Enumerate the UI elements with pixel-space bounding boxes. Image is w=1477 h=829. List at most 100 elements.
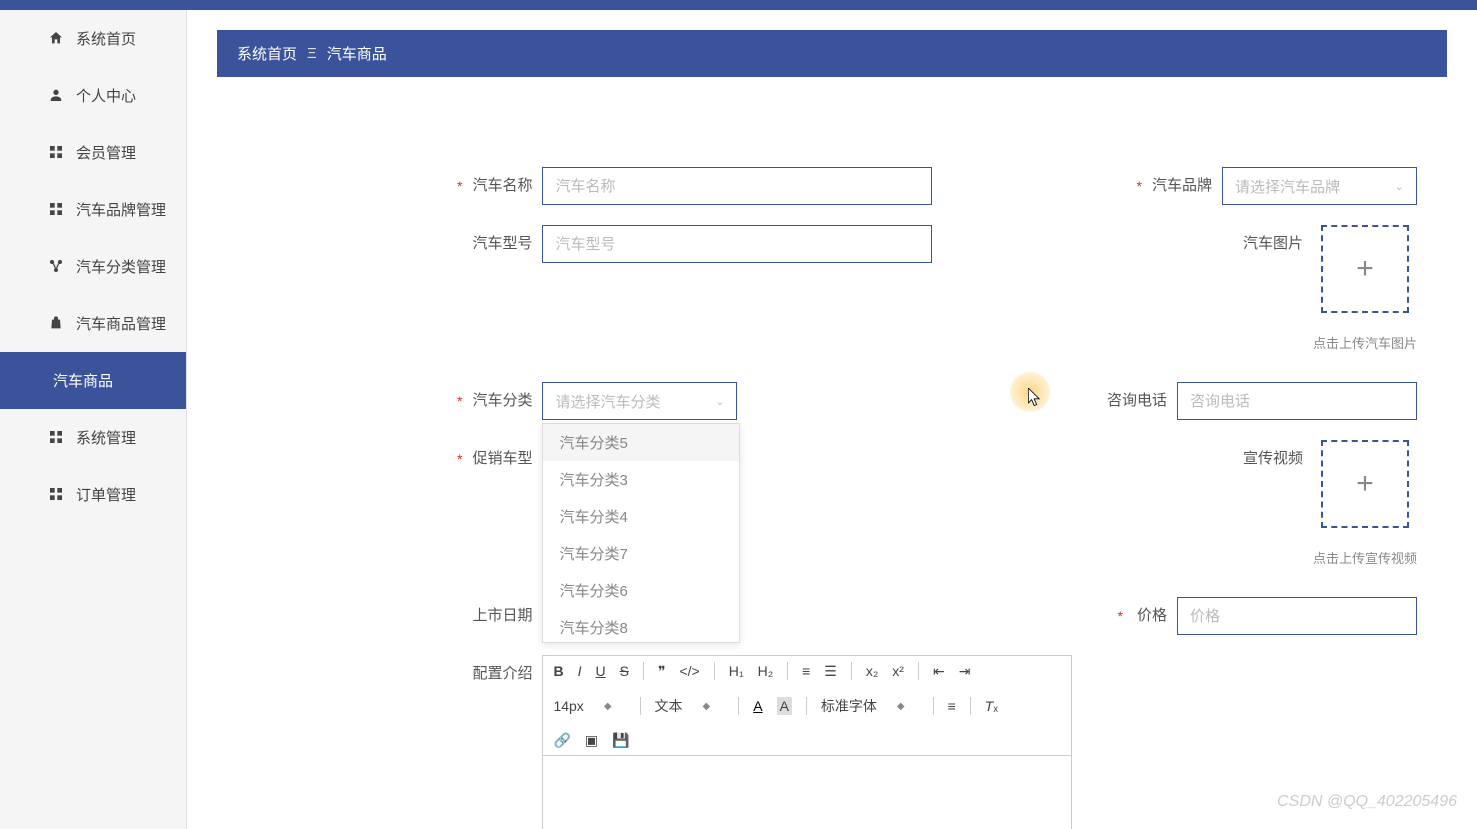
dropdown-option[interactable]: 汽车分类3 — [543, 461, 739, 498]
link-button[interactable]: 🔗 — [553, 732, 570, 749]
user-icon — [48, 87, 66, 105]
quote-button[interactable]: ❞ — [658, 663, 666, 680]
upload-hint: 点击上传宣传视频 — [1313, 548, 1417, 567]
font-family-select[interactable]: 标准字体 ◆ — [821, 696, 919, 716]
dropdown-option[interactable]: 汽车分类4 — [543, 498, 739, 535]
field-launch-date: * 上市日期 — [457, 597, 532, 635]
required-mark: * — [457, 382, 462, 420]
upload-hint: 点击上传汽车图片 — [1313, 333, 1417, 352]
dropdown-option[interactable]: 汽车分类6 — [543, 572, 739, 609]
field-label: 配置介绍 — [466, 655, 532, 693]
field-label: 上市日期 — [466, 597, 532, 635]
breadcrumb-home[interactable]: 系统首页 — [237, 43, 297, 64]
field-label: 汽车分类 — [466, 382, 532, 420]
code-button[interactable]: </> — [679, 663, 699, 679]
nodes-icon — [48, 258, 66, 276]
sidebar-item-product-mgmt[interactable]: 汽车商品管理 — [0, 295, 186, 352]
car-brand-select[interactable]: 请选择汽车品牌 ⌄ — [1222, 167, 1417, 205]
top-bar — [0, 0, 1477, 10]
bold-button[interactable]: B — [553, 663, 563, 679]
chevron-down-icon: ⌄ — [715, 395, 724, 408]
sidebar-item-brand-mgmt[interactable]: 汽车品牌管理 — [0, 181, 186, 238]
sidebar-item-label: 个人中心 — [76, 85, 136, 106]
sidebar-item-system-mgmt[interactable]: 系统管理 — [0, 409, 186, 466]
required-mark: * — [1118, 597, 1123, 635]
caret-icon: ◆ — [604, 701, 612, 712]
plus-icon: + — [1356, 252, 1374, 286]
field-label: 价格 — [1127, 597, 1167, 635]
sidebar-item-profile[interactable]: 个人中心 — [0, 67, 186, 124]
field-car-image: 汽车图片 + 点击上传汽车图片 — [1237, 225, 1417, 352]
sidebar-item-home[interactable]: 系统首页 — [0, 10, 186, 67]
required-mark: * — [457, 440, 462, 478]
select-placeholder: 请选择汽车分类 — [555, 391, 660, 412]
caret-icon: ◆ — [703, 701, 711, 712]
sidebar-item-order-mgmt[interactable]: 订单管理 — [0, 466, 186, 523]
field-config-intro: * 配置介绍 B I U S ❞ </> H₁ — [457, 655, 1072, 829]
sidebar-item-label: 汽车商品管理 — [76, 313, 166, 334]
price-input[interactable] — [1177, 597, 1417, 635]
subscript-button[interactable]: x₂ — [866, 663, 878, 679]
indent-right-button[interactable]: ⇥ — [959, 663, 971, 680]
editor-toolbar: B I U S ❞ </> H₁ H₂ ≡ ☰ — [543, 656, 1071, 756]
dropdown-option[interactable]: 汽车分类7 — [543, 535, 739, 572]
rich-text-editor: B I U S ❞ </> H₁ H₂ ≡ ☰ — [542, 655, 1072, 829]
category-dropdown: 汽车分类5 汽车分类3 汽车分类4 汽车分类7 汽车分类6 汽车分类8 汽车分类… — [542, 423, 740, 643]
sidebar-item-members[interactable]: 会员管理 — [0, 124, 186, 181]
superscript-button[interactable]: x² — [892, 663, 904, 679]
field-promo-type: * 促销车型 — [457, 440, 532, 478]
breadcrumb: 系统首页 Ξ 汽车商品 — [217, 30, 1447, 77]
grid-icon — [48, 486, 66, 504]
strike-button[interactable]: S — [620, 663, 629, 679]
sidebar-item-car-product[interactable]: 汽车商品 — [0, 352, 186, 409]
bag-icon — [48, 315, 66, 333]
car-category-select[interactable]: 请选择汽车分类 ⌄ 汽车分类5 汽车分类3 汽车分类4 汽车分类7 汽车分类6 … — [542, 382, 737, 420]
field-label: 汽车图片 — [1237, 225, 1303, 263]
field-promo-video: 宣传视频 + 点击上传宣传视频 — [1237, 440, 1417, 567]
required-mark: * — [1137, 167, 1142, 205]
sidebar-item-category-mgmt[interactable]: 汽车分类管理 — [0, 238, 186, 295]
h2-button[interactable]: H₂ — [758, 663, 774, 679]
breadcrumb-separator: Ξ — [307, 45, 317, 62]
text-color-button[interactable]: A — [753, 698, 762, 714]
font-size-select[interactable]: 14px ◆ — [553, 698, 625, 714]
align-button[interactable]: ≡ — [948, 698, 956, 714]
clear-format-button[interactable]: Tₓ — [985, 698, 998, 714]
field-car-model: * 汽车型号 — [457, 225, 932, 263]
sidebar-item-label: 系统首页 — [76, 28, 136, 49]
dropdown-option[interactable]: 汽车分类8 — [543, 609, 739, 643]
indent-left-button[interactable]: ⇤ — [933, 663, 945, 680]
format-select[interactable]: 文本 ◆ — [655, 696, 725, 716]
field-consult-phone: 咨询电话 — [1101, 382, 1417, 420]
unordered-list-button[interactable]: ☰ — [824, 663, 837, 680]
promo-video-upload[interactable]: + — [1321, 440, 1409, 528]
select-placeholder: 请选择汽车品牌 — [1235, 176, 1340, 197]
underline-button[interactable]: U — [595, 663, 605, 679]
home-icon — [48, 30, 66, 48]
image-button[interactable]: ▣ — [585, 732, 598, 749]
form-card: * 汽车名称 * 汽车品牌 请选择汽车品牌 ⌄ * — [427, 137, 1447, 829]
editor-body[interactable] — [543, 756, 1071, 829]
sidebar-item-label: 系统管理 — [76, 427, 136, 448]
car-model-input[interactable] — [542, 225, 932, 263]
field-label: 宣传视频 — [1237, 440, 1303, 478]
sidebar-item-label: 订单管理 — [76, 484, 136, 505]
grid-icon — [48, 201, 66, 219]
save-button[interactable]: 💾 — [612, 732, 629, 749]
caret-icon: ◆ — [897, 701, 905, 712]
sidebar-item-label: 会员管理 — [76, 142, 136, 163]
consult-phone-input[interactable] — [1177, 382, 1417, 420]
dropdown-option[interactable]: 汽车分类5 — [543, 424, 739, 461]
italic-button[interactable]: I — [578, 663, 582, 679]
sidebar-item-label: 汽车品牌管理 — [76, 199, 166, 220]
plus-icon: + — [1356, 467, 1374, 501]
chevron-down-icon: ⌄ — [1395, 180, 1404, 193]
main-content: 系统首页 Ξ 汽车商品 * 汽车名称 * 汽车品牌 请选择汽车品牌 ⌄ — [187, 10, 1477, 829]
bg-color-button[interactable]: A — [777, 697, 792, 715]
ordered-list-button[interactable]: ≡ — [802, 663, 810, 679]
field-label: 汽车名称 — [466, 167, 532, 205]
car-image-upload[interactable]: + — [1321, 225, 1409, 313]
field-label: 汽车品牌 — [1146, 167, 1212, 205]
car-name-input[interactable] — [542, 167, 932, 205]
h1-button[interactable]: H₁ — [729, 663, 744, 679]
